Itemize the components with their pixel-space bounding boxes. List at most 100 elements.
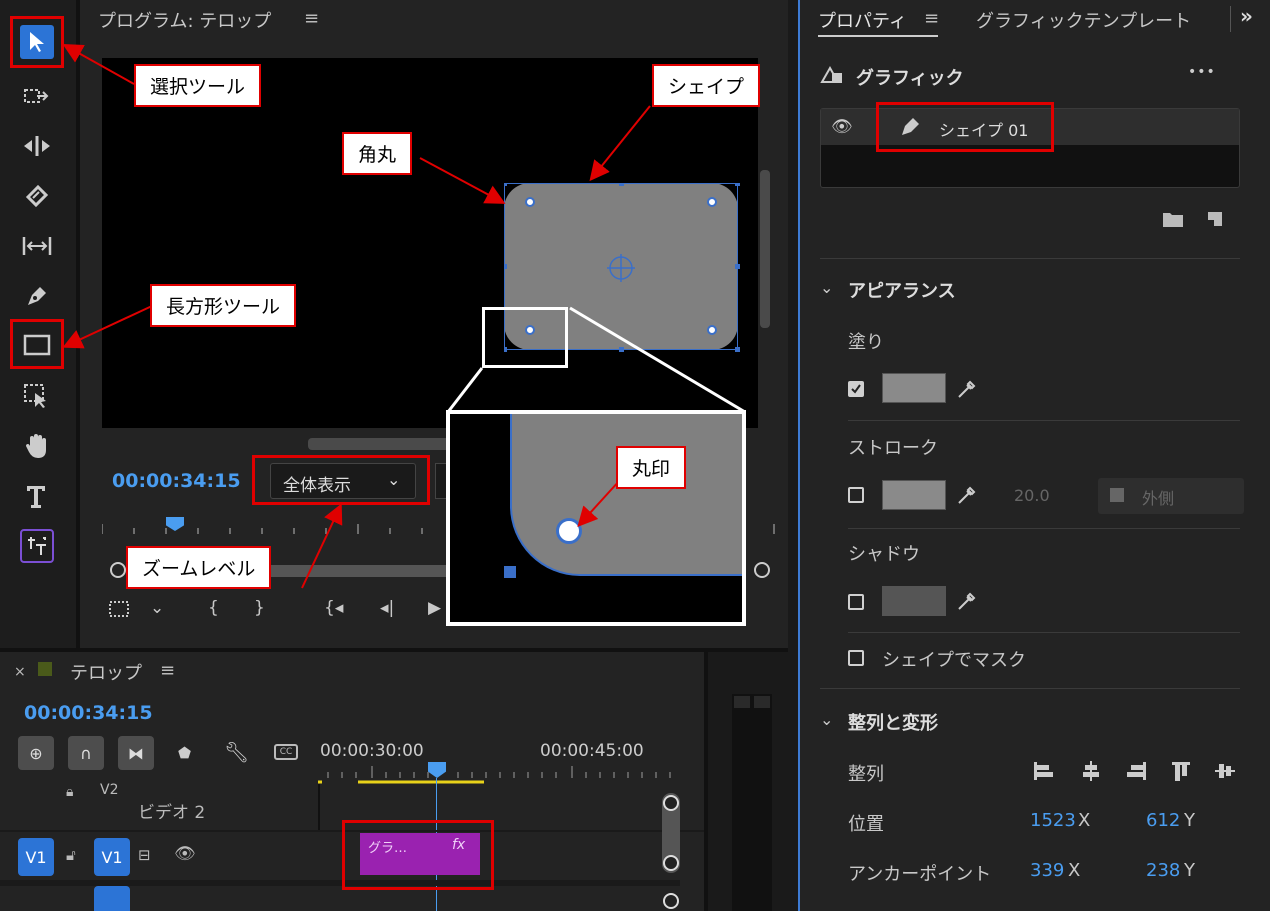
play-icon[interactable]: ▶	[428, 598, 441, 618]
eye-icon[interactable]: 👁︎	[174, 844, 196, 864]
chevron-down-icon[interactable]: ⌄	[150, 598, 164, 618]
go-to-in-icon[interactable]: {◂	[324, 598, 343, 618]
add-marker-icon[interactable]: ⬟	[178, 744, 191, 762]
position-y-value[interactable]: 612	[1146, 810, 1180, 831]
eyedropper-icon[interactable]	[956, 590, 978, 616]
track-v1-source-button[interactable]: V1	[18, 838, 54, 876]
fill-color-swatch[interactable]	[882, 373, 946, 403]
timeline-scrollbar[interactable]	[662, 793, 680, 873]
anchor-y-unit: Y	[1184, 860, 1195, 881]
hand-tool[interactable]	[14, 426, 60, 466]
timeline-title: テロップ	[70, 663, 142, 684]
highlight-zoom-level	[252, 455, 430, 505]
snap-button[interactable]: ∩	[68, 736, 104, 770]
hamburger-icon[interactable]: ≡	[924, 8, 939, 29]
timeline-timecode[interactable]: 00:00:34:15	[24, 702, 153, 724]
new-layer-icon[interactable]	[1206, 210, 1224, 232]
linked-selection-button[interactable]: ⧓	[118, 736, 154, 770]
ruler-time-right: 00:00:45:00	[540, 741, 644, 761]
mark-out-icon[interactable]: }	[254, 598, 265, 618]
lock-icon[interactable]: 🔒︎	[66, 784, 73, 800]
hand-icon	[26, 434, 46, 458]
align-transform-header[interactable]: 整列と変形	[848, 709, 938, 735]
stroke-width-value[interactable]: 20.0	[1014, 486, 1050, 505]
anchor-x-value[interactable]: 339	[1030, 860, 1064, 881]
ruler-time-left: 00:00:30:00	[320, 741, 424, 761]
align-right-icon[interactable]	[1126, 760, 1148, 786]
align-center-horizontal-icon[interactable]	[1080, 760, 1102, 786]
eye-icon[interactable]: 👁︎	[831, 117, 853, 137]
position-x-value[interactable]: 1523	[1030, 810, 1076, 831]
ripple-edit-icon	[24, 136, 50, 156]
lock-icon[interactable]: 🔓︎	[66, 846, 76, 864]
folder-icon[interactable]	[1162, 210, 1184, 232]
chevron-down-icon[interactable]: ⌄	[820, 278, 833, 297]
ripple-edit-tool[interactable]	[14, 126, 60, 166]
callout-zoom-level: ズームレベル	[126, 546, 272, 589]
more-tabs-icon[interactable]: »	[1240, 4, 1253, 28]
razor-tool[interactable]	[14, 176, 60, 216]
align-center-vertical-icon[interactable]	[1214, 760, 1236, 786]
eyedropper-icon[interactable]	[956, 484, 978, 510]
stroke-position-value: 外側	[1142, 489, 1175, 508]
shadow-color-swatch[interactable]	[882, 586, 946, 616]
shadow-checkbox[interactable]	[848, 594, 864, 610]
razor-icon	[25, 184, 49, 208]
slip-tool[interactable]	[14, 226, 60, 266]
anchor-y-value[interactable]: 238	[1146, 860, 1180, 881]
track-select-icon	[24, 89, 49, 103]
dotted-select-icon	[24, 384, 46, 408]
essential-graphics-tool[interactable]	[14, 526, 60, 566]
mask-with-shape-label: シェイプでマスク	[882, 650, 1026, 671]
linked-selection-icon: ⧓	[128, 743, 144, 763]
tab-properties[interactable]: プロパティ	[818, 7, 907, 33]
active-tab-underline	[818, 35, 938, 37]
type-tool[interactable]	[14, 476, 60, 516]
track-a1-button[interactable]	[94, 886, 130, 911]
align-left-icon[interactable]	[1032, 760, 1054, 786]
mask-with-shape-checkbox[interactable]	[848, 650, 864, 666]
hand-select-tool[interactable]	[14, 376, 60, 416]
program-timecode[interactable]: 00:00:34:15	[112, 470, 241, 492]
position-x-unit: X	[1078, 810, 1091, 831]
round-mark-handle	[556, 518, 582, 544]
sync-lock-icon[interactable]: ⊟	[138, 846, 151, 864]
chevron-down-icon[interactable]: ⌄	[820, 710, 833, 729]
callout-corner-radius: 角丸	[342, 132, 413, 175]
more-options-icon[interactable]: •••	[1188, 64, 1216, 80]
tab-graphic-templates[interactable]: グラフィックテンプレート	[976, 7, 1191, 33]
text-frame-icon	[20, 529, 54, 563]
callout-rectangle-tool: 長方形ツール	[150, 284, 297, 327]
fill-checkbox[interactable]	[848, 381, 864, 397]
captions-icon[interactable]: CC	[274, 744, 298, 760]
stroke-checkbox[interactable]	[848, 487, 864, 503]
eyedropper-icon[interactable]	[956, 378, 978, 404]
timeline-ruler[interactable]	[318, 764, 680, 784]
track-select-forward-tool[interactable]	[14, 76, 60, 116]
mark-in-icon[interactable]: {	[208, 598, 219, 618]
stroke-label: ストローク	[848, 438, 938, 459]
corner-anchor-handle	[504, 566, 516, 578]
safe-margins-icon[interactable]	[108, 600, 130, 622]
track-v1-target-button[interactable]: V1	[94, 838, 130, 876]
vertical-scrollbar[interactable]	[760, 170, 770, 328]
hamburger-icon[interactable]: ≡	[304, 8, 319, 29]
close-icon[interactable]: ×	[14, 664, 26, 680]
anchor-point-label: アンカーポイント	[848, 864, 992, 885]
slip-icon	[22, 237, 52, 255]
pen-tool[interactable]	[14, 276, 60, 316]
appearance-header[interactable]: アピアランス	[848, 277, 956, 303]
position-label: 位置	[848, 814, 884, 835]
stroke-color-swatch[interactable]	[882, 480, 946, 510]
type-icon	[27, 486, 45, 508]
step-back-icon[interactable]: ◂|	[380, 598, 394, 618]
wrench-icon[interactable]: 🔧︎	[224, 740, 249, 764]
align-top-icon[interactable]	[1170, 760, 1192, 786]
fill-label: 塗り	[848, 332, 884, 353]
sequence-color-swatch	[38, 662, 52, 676]
stroke-position-select[interactable]: 外側	[1098, 478, 1244, 514]
highlight-selection-tool	[10, 16, 64, 68]
hamburger-icon[interactable]: ≡	[160, 660, 175, 681]
nest-toggle-button[interactable]: ⊕	[18, 736, 54, 770]
highlight-graphic-clip	[342, 820, 494, 890]
